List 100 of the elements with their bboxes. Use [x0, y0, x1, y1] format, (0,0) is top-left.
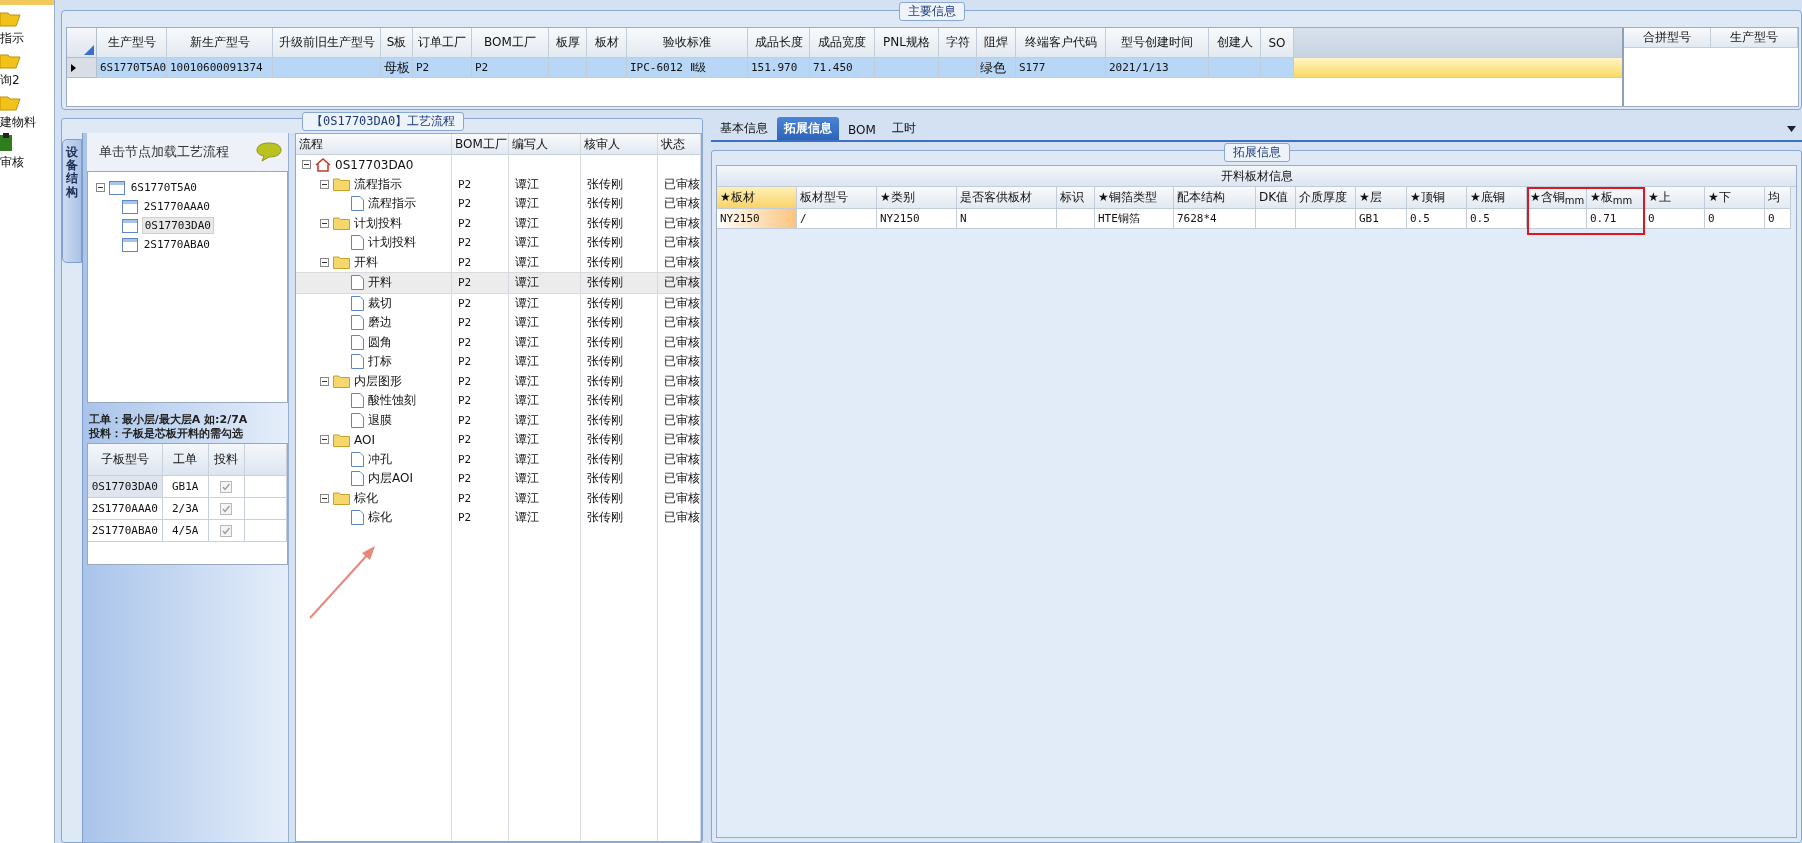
- collapse-icon[interactable]: [320, 218, 329, 228]
- table-row[interactable]: 酸性蚀刻 P2 谭江 张传刚 已审核: [296, 391, 701, 411]
- tab[interactable]: BOM: [841, 120, 883, 140]
- table-row[interactable]: 棕化 P2 谭江 张传刚 已审核: [296, 508, 701, 528]
- collapse-icon[interactable]: [95, 183, 105, 192]
- column-header[interactable]: 板材: [587, 28, 627, 58]
- column-header[interactable]: BOM工厂: [472, 28, 549, 58]
- column-header[interactable]: ★下: [1705, 187, 1765, 209]
- table-row[interactable]: 退膜 P2 谭江 张传刚 已审核: [296, 410, 701, 430]
- collapse-icon[interactable]: [302, 160, 311, 170]
- column-header[interactable]: ★层: [1356, 187, 1407, 209]
- column-header[interactable]: 标识: [1057, 187, 1095, 209]
- table-row[interactable]: 内层AOI P2 谭江 张传刚 已审核: [296, 469, 701, 489]
- launcher-label[interactable]: 询2: [0, 72, 20, 89]
- table-row[interactable]: 冲孔 P2 谭江 张传刚 已审核: [296, 449, 701, 469]
- column-header[interactable]: ★类别: [877, 187, 957, 209]
- speech-bubble-icon[interactable]: [256, 142, 283, 162]
- table-cell: 已审核: [658, 371, 701, 391]
- column-header[interactable]: 型号创建时间: [1106, 28, 1209, 58]
- column-header[interactable]: 终端客户代码: [1016, 28, 1106, 58]
- column-header[interactable]: 成品宽度: [810, 28, 875, 58]
- launcher-label[interactable]: 审核: [0, 154, 24, 171]
- column-header[interactable]: 字符: [939, 28, 977, 58]
- column-header[interactable]: ★上: [1645, 187, 1705, 209]
- dropdown-icon[interactable]: [1787, 126, 1796, 132]
- column-header[interactable]: 创建人: [1209, 28, 1261, 58]
- column-header[interactable]: PNL规格: [875, 28, 939, 58]
- column-header[interactable]: S板: [381, 28, 413, 58]
- table-row[interactable]: 计划投料 P2 谭江 张传刚 已审核: [296, 213, 701, 233]
- table-cell: 谭江: [509, 488, 581, 508]
- table-row[interactable]: 裁切 P2 谭江 张传刚 已审核: [296, 293, 701, 313]
- tree-node-label: 计划投料: [368, 234, 416, 252]
- column-header[interactable]: ★板材: [717, 187, 797, 209]
- collapse-icon[interactable]: [320, 493, 329, 503]
- column-header[interactable]: 板材型号: [797, 187, 877, 209]
- table-cell[interactable]: 0S17703DA0: [87, 476, 163, 498]
- column-header[interactable]: 状态: [658, 134, 701, 154]
- tab[interactable]: 基本信息: [713, 117, 775, 140]
- collapse-icon[interactable]: [320, 257, 329, 267]
- checkbox[interactable]: [220, 524, 233, 537]
- collapse-icon[interactable]: [320, 435, 329, 445]
- column-header[interactable]: 阻焊: [977, 28, 1016, 58]
- column-header[interactable]: BOM工厂: [452, 134, 509, 154]
- column-header[interactable]: 核审人: [581, 134, 658, 154]
- tree-node[interactable]: 6S1770T5A0: [128, 180, 199, 195]
- tree-node[interactable]: 0S17703DA0: [141, 217, 214, 234]
- column-header[interactable]: DK值: [1256, 187, 1296, 209]
- column-header[interactable]: 工单: [162, 444, 209, 476]
- table-row[interactable]: 内层图形 P2 谭江 张传刚 已审核: [296, 371, 701, 391]
- side-tab[interactable]: 设备结构: [62, 139, 82, 263]
- document-icon: [351, 315, 364, 331]
- table-row[interactable]: 磨边 P2 谭江 张传刚 已审核: [296, 313, 701, 333]
- table-cell[interactable]: 2S1770ABA0: [87, 520, 163, 542]
- column-header[interactable]: 升级前旧生产型号: [273, 28, 381, 58]
- checkbox[interactable]: [220, 502, 233, 515]
- column-header[interactable]: 是否客供板材: [957, 187, 1057, 209]
- column-header[interactable]: 生产型号: [97, 28, 167, 58]
- table-row[interactable]: 开料 P2 谭江 张传刚 已审核: [296, 272, 701, 294]
- table-cell: 谭江: [509, 469, 581, 489]
- tab[interactable]: 拓展信息: [777, 117, 839, 140]
- tree-node-label: 计划投料: [354, 214, 402, 232]
- tree-node[interactable]: 2S1770ABA0: [141, 237, 212, 252]
- column-header[interactable]: 均: [1765, 187, 1791, 209]
- collapse-icon[interactable]: [320, 376, 329, 386]
- table-cell: 已审核: [658, 488, 701, 508]
- column-header[interactable]: 配本结构: [1174, 187, 1256, 209]
- current-cell[interactable]: [1294, 58, 1622, 78]
- column-header[interactable]: ★底铜: [1467, 187, 1527, 209]
- table-row[interactable]: 流程指示 P2 谭江 张传刚 已审核: [296, 194, 701, 214]
- checkbox[interactable]: [220, 480, 233, 493]
- table-row[interactable]: 圆角 P2 谭江 张传刚 已审核: [296, 332, 701, 352]
- column-header[interactable]: 流程: [296, 134, 452, 154]
- table-row[interactable]: 0S17703DA0: [296, 155, 701, 175]
- column-header[interactable]: 介质厚度: [1296, 187, 1356, 209]
- launcher-label[interactable]: 指示: [0, 30, 24, 47]
- table-row[interactable]: AOI P2 谭江 张传刚 已审核: [296, 430, 701, 450]
- column-header[interactable]: 订单工厂: [413, 28, 472, 58]
- column-header[interactable]: 成品长度: [748, 28, 810, 58]
- column-header[interactable]: 验收标准: [627, 28, 748, 58]
- column-header[interactable]: 合拼型号: [1624, 28, 1711, 48]
- column-header[interactable]: 板厚: [549, 28, 587, 58]
- column-header[interactable]: 子板型号: [87, 444, 163, 476]
- tree-node[interactable]: 2S1770AAA0: [141, 199, 212, 214]
- table-cell[interactable]: 2S1770AAA0: [87, 498, 163, 520]
- table-cell: [587, 58, 627, 78]
- tab[interactable]: 工时: [884, 117, 923, 140]
- column-header[interactable]: ★顶铜: [1407, 187, 1467, 209]
- table-row[interactable]: 流程指示 P2 谭江 张传刚 已审核: [296, 174, 701, 194]
- table-row[interactable]: 计划投料 P2 谭江 张传刚 已审核: [296, 233, 701, 253]
- column-header[interactable]: 生产型号: [1711, 28, 1798, 48]
- column-header[interactable]: ★铜箔类型: [1095, 187, 1174, 209]
- table-row[interactable]: 打标 P2 谭江 张传刚 已审核: [296, 352, 701, 372]
- collapse-icon[interactable]: [320, 179, 329, 189]
- launcher-label[interactable]: 建物料: [0, 114, 36, 131]
- column-header[interactable]: SO: [1261, 28, 1294, 58]
- column-header[interactable]: 编写人: [509, 134, 581, 154]
- table-row[interactable]: 6S1770T5A0 10010600091374 母板 P2 P2 IPC-6012 Ⅱ级 151.970 71.450 绿色 S177 2021/1/13: [67, 58, 1622, 78]
- column-header[interactable]: 投料: [208, 444, 245, 476]
- table-row[interactable]: 棕化 P2 谭江 张传刚 已审核: [296, 488, 701, 508]
- column-header[interactable]: 新生产型号: [167, 28, 273, 58]
